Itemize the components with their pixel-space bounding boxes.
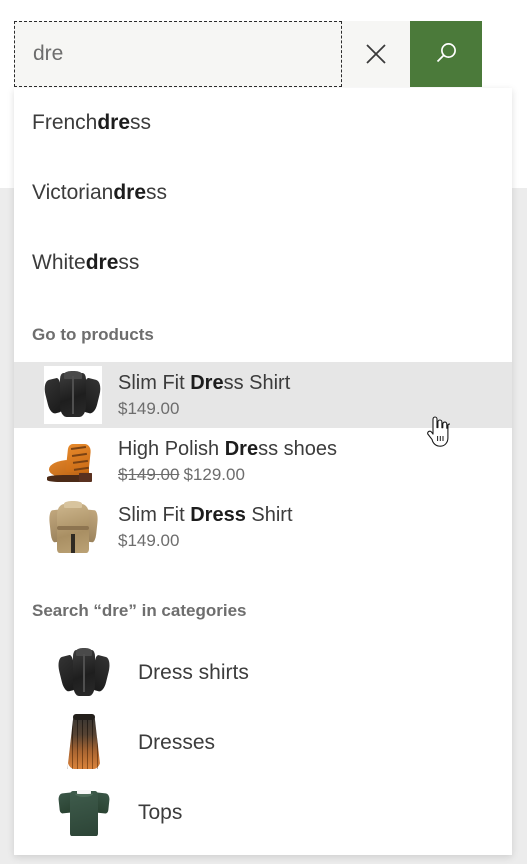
suggestion-term-row[interactable]: White dre ss: [14, 228, 512, 298]
product-title: Slim Fit Dress Shirt: [118, 503, 293, 528]
category-suggestion-row[interactable]: Tops: [14, 778, 512, 848]
product-title-suffix: ss Shirt: [223, 372, 291, 394]
product-price: $149.00: [118, 399, 290, 419]
product-title-suffix: ss shoes: [258, 438, 338, 460]
product-suggestion-row[interactable]: High Polish Dress shoes $149.00 $129.00: [14, 428, 512, 494]
suggestion-term-suffix: ss: [146, 181, 168, 204]
category-label: Dress shirts: [138, 661, 249, 684]
product-suggestion-row[interactable]: Slim Fit Dress Shirt $149.00: [14, 362, 512, 428]
close-icon: [362, 40, 390, 68]
green-t-shirt-thumbnail: [58, 783, 110, 843]
search-input[interactable]: [15, 22, 341, 86]
product-title-prefix: High Polish: [118, 438, 225, 460]
suggestion-term-match: dre: [97, 111, 131, 134]
suggestion-term-row[interactable]: French dre ss: [14, 88, 512, 158]
products-section-heading: Go to products: [32, 325, 154, 344]
tan-trench-coat-thumbnail: [44, 498, 102, 556]
product-title-suffix: Shirt: [245, 504, 293, 526]
product-title-match: Dress: [190, 504, 246, 526]
product-title: High Polish Dress shoes: [118, 437, 337, 462]
search-bar: [14, 21, 484, 87]
product-price-current: $129.00: [183, 465, 245, 484]
suggestion-term-suffix: ss: [130, 111, 152, 134]
product-title-prefix: Slim Fit: [118, 504, 191, 526]
search-suggestions-panel: French dre ss Victorian dre ss White dre ss…: [14, 88, 512, 855]
product-price: $149.00: [118, 531, 293, 551]
product-suggestion-row[interactable]: Slim Fit Dress Shirt $149.00: [14, 494, 512, 560]
product-title-match: Dre: [190, 372, 224, 394]
product-title-prefix: Slim Fit: [118, 372, 191, 394]
category-label: Tops: [138, 801, 183, 824]
suggestion-term-row[interactable]: Victorian dre ss: [14, 158, 512, 228]
categories-section-heading: Search “dre” in categories: [32, 601, 247, 620]
dark-dress-shirt-thumbnail: [58, 643, 110, 703]
product-price-old: $149.00: [118, 465, 180, 484]
product-text: High Polish Dress shoes $149.00 $129.00: [118, 437, 337, 485]
product-price: $149.00 $129.00: [118, 465, 337, 485]
product-price-current: $149.00: [118, 531, 180, 550]
orange-dress-shoe-thumbnail: [44, 432, 102, 490]
suggestion-term-match: dre: [85, 251, 119, 274]
clear-search-button[interactable]: [342, 21, 410, 87]
category-label: Dresses: [138, 731, 216, 754]
suggestion-term-prefix: Victorian: [32, 181, 114, 204]
category-suggestion-row[interactable]: Dress shirts: [14, 638, 512, 708]
suggestion-term-match: dre: [113, 181, 147, 204]
product-title-match: Dre: [224, 438, 259, 460]
suggestion-term-prefix: French: [32, 111, 98, 134]
category-suggestion-row[interactable]: Dresses: [14, 708, 512, 778]
search-input-container[interactable]: [14, 21, 342, 87]
dark-dress-shirt-thumbnail: [44, 366, 102, 424]
search-icon: [431, 39, 461, 69]
product-text: Slim Fit Dress Shirt $149.00: [118, 371, 290, 419]
suggestion-term-prefix: White: [32, 251, 86, 274]
product-text: Slim Fit Dress Shirt $149.00: [118, 503, 293, 551]
suggestion-term-suffix: ss: [118, 251, 140, 274]
long-pleated-dress-thumbnail: [58, 713, 110, 773]
search-submit-button[interactable]: [410, 21, 482, 87]
product-title: Slim Fit Dress Shirt: [118, 371, 290, 396]
product-price-current: $149.00: [118, 399, 180, 418]
